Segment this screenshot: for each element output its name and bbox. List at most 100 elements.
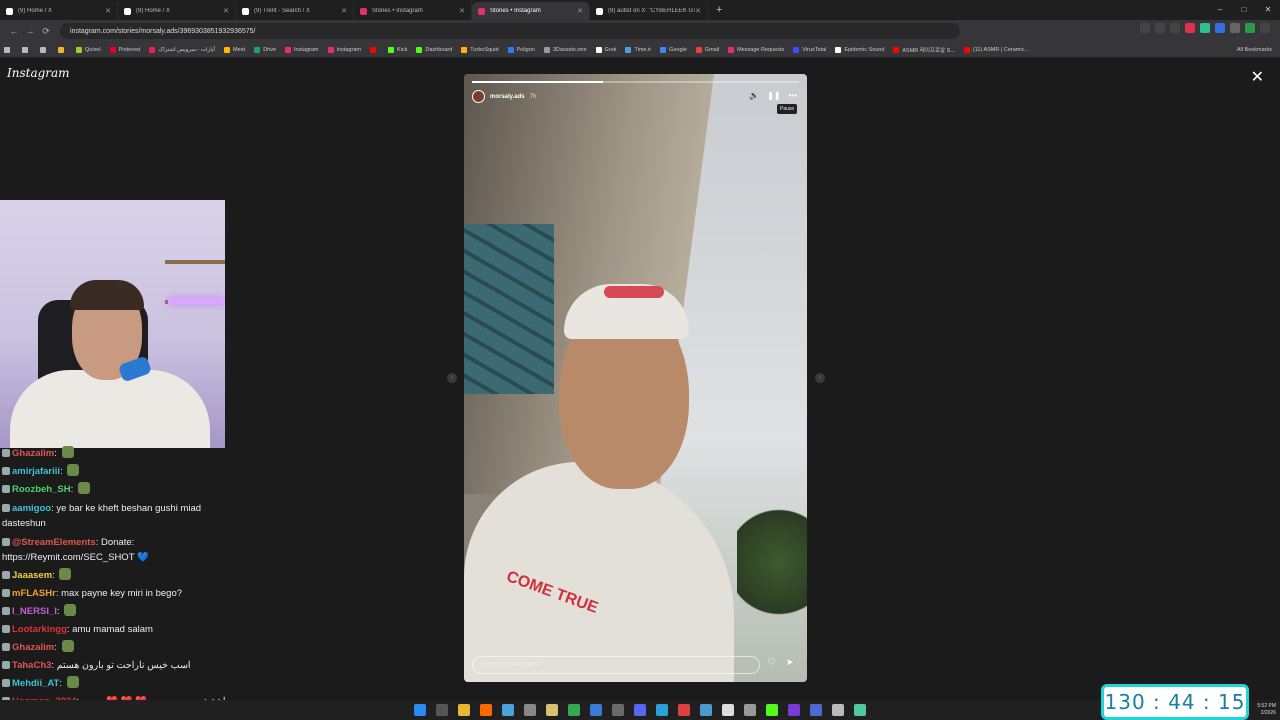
task-view-icon[interactable] xyxy=(436,704,448,716)
settings-icon[interactable] xyxy=(524,704,536,716)
bookmark-item[interactable]: آپارات - سرویس اشتراک xyxy=(149,46,215,53)
chat-username[interactable]: TahaCh3 xyxy=(12,660,51,671)
minimize-icon[interactable]: – xyxy=(1208,0,1232,20)
bookmark-item[interactable]: Pinterest xyxy=(109,46,140,53)
bookmark-item[interactable]: Instagram xyxy=(285,46,319,53)
clock[interactable]: 5:52 PM 2/2026 xyxy=(1257,703,1276,717)
browser-tab[interactable]: Stories • Instagram ✕ xyxy=(472,2,590,20)
bookmark-item[interactable]: Gmail xyxy=(695,46,719,53)
bookmark-folder-icon[interactable] xyxy=(22,46,31,53)
extension-icon[interactable] xyxy=(1185,23,1195,33)
chat-username[interactable]: Ghazalim xyxy=(12,448,54,459)
star-icon[interactable] xyxy=(1170,23,1180,33)
app-icon[interactable] xyxy=(744,704,756,716)
maximize-icon[interactable]: □ xyxy=(1232,0,1256,20)
app-icon[interactable] xyxy=(810,704,822,716)
reload-icon[interactable]: ⟳ xyxy=(38,26,54,37)
cast-icon[interactable] xyxy=(1155,23,1165,33)
more-options-icon[interactable]: ••• xyxy=(789,91,797,100)
chat-username[interactable]: Ghazalim xyxy=(12,642,54,653)
pause-icon[interactable]: ❚❚ xyxy=(767,91,780,100)
bookmark-item[interactable]: Meet xyxy=(223,46,245,53)
chat-username[interactable]: @StreamElements xyxy=(12,537,96,548)
bookmark-folder-icon[interactable] xyxy=(40,46,49,53)
app-icon[interactable] xyxy=(590,704,602,716)
app-icon[interactable] xyxy=(502,704,514,716)
chat-username[interactable]: I_NERSI_I xyxy=(12,606,57,617)
bookmark-item[interactable]: Grok xyxy=(595,46,616,53)
bookmark-item[interactable]: Google xyxy=(660,46,687,53)
tab-close-icon[interactable]: ✕ xyxy=(459,7,465,15)
previous-story-arrow[interactable]: ‹ xyxy=(447,373,457,383)
chat-username[interactable]: Lootarkingg xyxy=(12,624,67,635)
app-icon[interactable] xyxy=(722,704,734,716)
app-icon[interactable] xyxy=(788,704,800,716)
bookmark-item[interactable]: Epidemic Sound xyxy=(835,46,884,53)
next-story-arrow[interactable]: › xyxy=(815,373,825,383)
app-icon[interactable] xyxy=(700,704,712,716)
bookmark-item[interactable]: 3Dassets.one xyxy=(543,46,587,53)
bookmark-item[interactable]: TurboSquid xyxy=(461,46,499,53)
chat-username[interactable]: amirjafariii xyxy=(12,466,60,477)
bookmark-item[interactable]: Dashboard xyxy=(416,46,452,53)
bookmark-item[interactable]: Poligon xyxy=(507,46,535,53)
browser-tab[interactable]: (9) Home / X ✕ xyxy=(118,2,236,20)
new-tab-button[interactable]: + xyxy=(716,4,722,16)
bookmark-item[interactable]: ASMR 레이프로살 S... xyxy=(893,46,955,54)
all-bookmarks-button[interactable]: All Bookmarks xyxy=(1237,47,1272,53)
browser-tab[interactable]: (9) Trent - Search / X ✕ xyxy=(236,2,354,20)
chat-username[interactable]: mFLASHr xyxy=(12,588,56,599)
zoom-icon[interactable] xyxy=(1140,23,1150,33)
close-story-button[interactable]: ✕ xyxy=(1251,67,1264,87)
tab-close-icon[interactable]: ✕ xyxy=(695,7,701,15)
tab-close-icon[interactable]: ✕ xyxy=(105,7,111,15)
app-icon[interactable] xyxy=(854,704,866,716)
chat-username[interactable]: Mehdii_AT xyxy=(12,678,59,689)
bookmark-item[interactable]: Kick xyxy=(387,46,407,53)
bookmark-item[interactable] xyxy=(369,46,379,53)
send-icon[interactable]: ➤ xyxy=(786,657,794,668)
bookmark-item[interactable]: Quixel xyxy=(76,46,101,53)
browser-tab[interactable]: (9) autist on X: "CYBERLEEK GT" ✕ xyxy=(590,2,708,20)
bookmark-item[interactable]: Message Requests xyxy=(728,46,784,53)
app-icon[interactable] xyxy=(678,704,690,716)
chrome-icon[interactable] xyxy=(568,704,580,716)
chat-username[interactable]: aamigoo xyxy=(12,503,51,514)
discord-icon[interactable] xyxy=(634,704,646,716)
reply-input[interactable]: Reply to morsaly.ads... xyxy=(472,656,760,674)
instagram-logo[interactable]: Instagram xyxy=(7,66,70,80)
puzzle-icon[interactable] xyxy=(1230,23,1240,33)
chat-username[interactable]: Roozbeh_SH xyxy=(12,484,71,495)
url-field[interactable]: instagram.com/stories/morsaly.ads/396930… xyxy=(60,23,960,39)
extension-icon[interactable] xyxy=(1200,23,1210,33)
menu-icon[interactable] xyxy=(1260,23,1270,33)
story-username[interactable]: morsaly.ads xyxy=(490,94,525,100)
tab-close-icon[interactable]: ✕ xyxy=(341,7,347,15)
bookmark-item[interactable]: Time.ir xyxy=(625,46,651,53)
bookmark-item[interactable]: VirusTotal xyxy=(793,46,826,53)
mute-icon[interactable]: 🔈 xyxy=(749,91,759,100)
browser-tab[interactable]: (9) Home / X ✕ xyxy=(0,2,118,20)
forward-icon[interactable]: → xyxy=(22,26,38,36)
avatar[interactable] xyxy=(472,90,485,103)
bookmark-folder-icon[interactable] xyxy=(58,46,67,53)
app-icon[interactable] xyxy=(832,704,844,716)
tab-close-icon[interactable]: ✕ xyxy=(577,7,583,15)
start-icon[interactable] xyxy=(414,704,426,716)
chat-username[interactable]: Jaaasem xyxy=(12,570,52,581)
story-viewer[interactable]: COME TRUE morsaly.ads 7h 🔈 ❚❚ ••• Pause … xyxy=(464,74,807,682)
close-window-icon[interactable]: ✕ xyxy=(1256,0,1280,20)
bookmark-folder-icon[interactable] xyxy=(4,46,13,53)
back-icon[interactable]: ← xyxy=(6,26,22,36)
browser-tab[interactable]: Stories • Instagram ✕ xyxy=(354,2,472,20)
tab-close-icon[interactable]: ✕ xyxy=(223,7,229,15)
file-explorer-icon[interactable] xyxy=(458,704,470,716)
bookmark-item[interactable]: Drive xyxy=(254,46,276,53)
app-icon[interactable] xyxy=(612,704,624,716)
telegram-icon[interactable] xyxy=(656,704,668,716)
extension-icon[interactable] xyxy=(1215,23,1225,33)
like-heart-icon[interactable]: ♡ xyxy=(767,657,776,668)
bookmark-item[interactable]: Instagram xyxy=(327,46,361,53)
bookmark-item[interactable]: (11) ASMR | Ceramic... xyxy=(963,46,1029,53)
app-icon[interactable] xyxy=(546,704,558,716)
